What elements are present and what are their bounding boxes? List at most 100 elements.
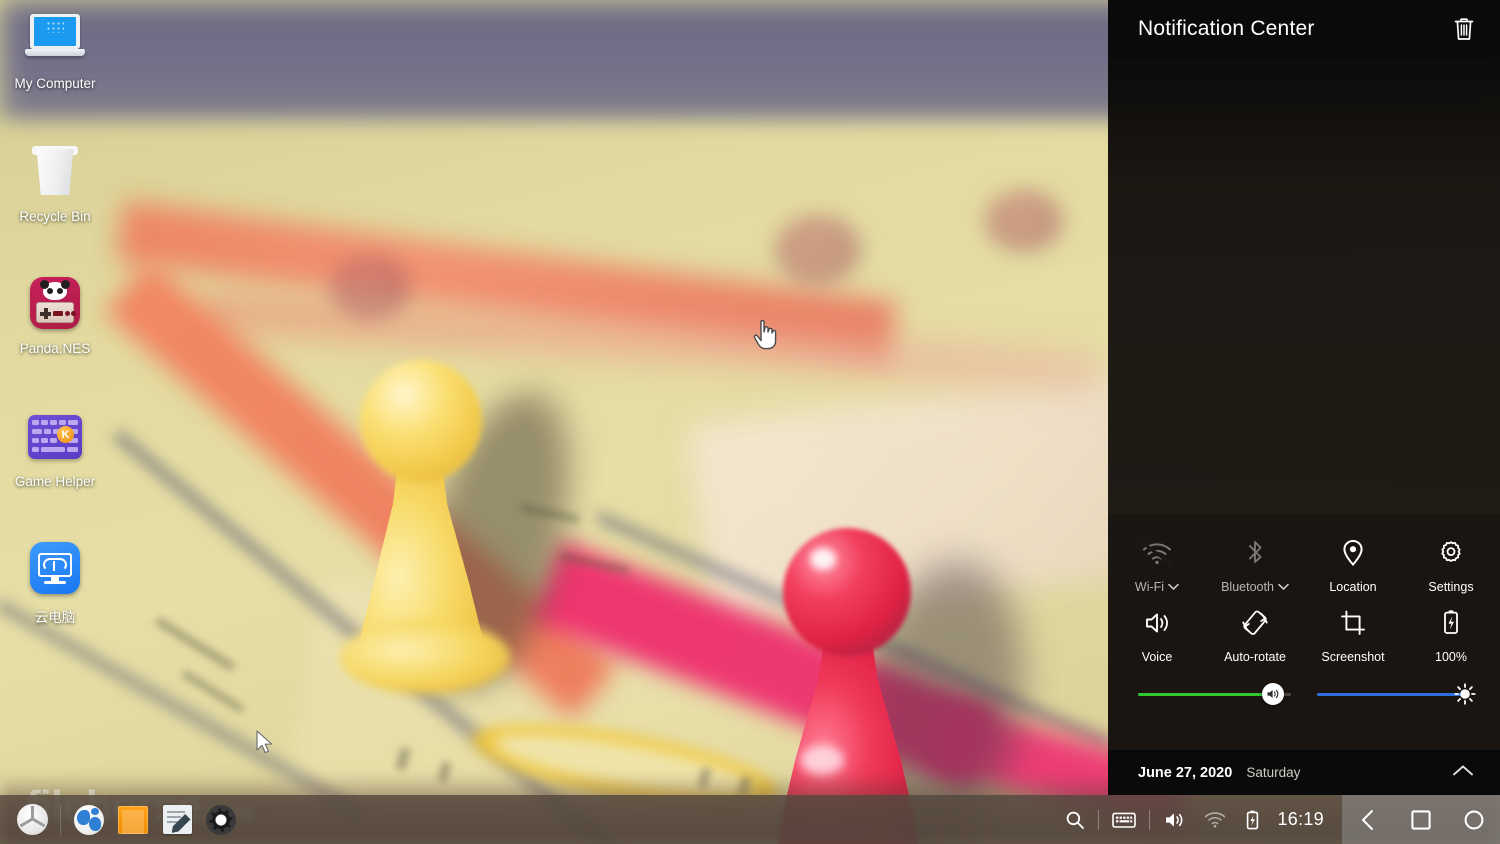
speaker-icon	[1166, 812, 1183, 827]
laptop-icon	[24, 8, 86, 70]
quick-toggle-bluetooth[interactable]: Bluetooth	[1206, 528, 1304, 594]
desktop-icon-label: My Computer	[14, 76, 96, 91]
desktop-icon-recycle-bin[interactable]: Recycle Bin	[0, 141, 110, 224]
chevron-down-icon	[1278, 580, 1289, 594]
tray-battery-button[interactable]	[1236, 795, 1269, 844]
quick-toggle-label: Location	[1329, 580, 1377, 594]
quick-toggle-label: Bluetooth	[1221, 580, 1289, 594]
launcher-icon	[16, 804, 48, 835]
volume-slider[interactable]	[1138, 682, 1291, 706]
chevron-left-icon	[1362, 809, 1374, 830]
desktop-icon-my-computer[interactable]: My Computer	[0, 8, 110, 91]
quick-toggle-wifi[interactable]: Wi-Fi	[1108, 528, 1206, 594]
tray-wifi-button[interactable]	[1194, 795, 1236, 844]
taskbar-app-launcher[interactable]	[10, 798, 54, 842]
notification-center-title: Notification Center	[1138, 17, 1315, 40]
nav-home-button[interactable]	[1449, 795, 1499, 844]
sun-icon	[1454, 683, 1477, 705]
taskbar-divider	[60, 804, 61, 835]
nav-recents-button[interactable]	[1396, 795, 1446, 844]
crop-icon	[1339, 606, 1367, 640]
tray-divider	[1098, 809, 1100, 830]
android-nav-bar	[1342, 795, 1500, 844]
square-icon	[1411, 809, 1431, 830]
tray-volume-button[interactable]	[1154, 795, 1194, 844]
quick-toggle-label: Voice	[1141, 650, 1173, 664]
wifi-off-icon	[1140, 536, 1174, 570]
tray-divider-2	[1149, 809, 1151, 830]
taskbar-app-area	[0, 798, 243, 842]
tray-search-button[interactable]	[1056, 795, 1094, 844]
clear-all-notifications-button[interactable]	[1452, 16, 1476, 42]
quick-toggle-screenshot[interactable]: Screenshot	[1304, 598, 1402, 664]
volume-slider-fill	[1138, 692, 1273, 696]
desktop-icon-label: Recycle Bin	[19, 209, 91, 224]
battery-charging-icon	[1440, 606, 1462, 640]
trash-icon	[1454, 18, 1474, 40]
red-pawn-highlight-lower	[800, 745, 844, 775]
speaker-icon	[1267, 689, 1279, 699]
notification-list-empty	[1108, 58, 1500, 514]
quick-settings-sliders	[1108, 668, 1500, 706]
browser-globe-icon	[74, 804, 104, 835]
chevron-up-icon	[1453, 764, 1473, 775]
quick-toggle-voice[interactable]: Voice	[1108, 598, 1206, 664]
taskbar-app-file-manager[interactable]	[111, 798, 155, 842]
note-pen-icon	[162, 805, 192, 834]
current-date: June 27, 2020	[1138, 764, 1233, 781]
desktop-icon-panda-nes[interactable]: Panda.NES	[0, 273, 110, 356]
quick-toggle-settings[interactable]: Settings	[1402, 528, 1500, 594]
bluetooth-off-icon	[1242, 536, 1268, 570]
folder-icon	[118, 805, 148, 834]
current-weekday: Saturday	[1246, 764, 1301, 780]
panda-nes-icon	[24, 273, 86, 335]
taskbar-app-notes[interactable]	[155, 798, 199, 842]
taskbar-app-settings[interactable]	[199, 798, 243, 842]
auto-rotate-icon	[1240, 606, 1270, 640]
wallpaper-token-b	[775, 215, 861, 285]
desktop-icon-label: Game Helper	[14, 474, 96, 489]
quick-toggle-battery[interactable]: 100%	[1402, 598, 1500, 664]
chevron-down-icon	[1168, 580, 1179, 594]
quick-toggle-auto-rotate[interactable]: Auto-rotate	[1206, 598, 1304, 664]
brightness-slider[interactable]	[1317, 682, 1477, 706]
desktop-icon-game-helper[interactable]: K Game Helper	[0, 406, 110, 489]
quick-toggle-label: Wi-Fi	[1135, 580, 1179, 594]
tray-keyboard-button[interactable]	[1103, 795, 1145, 844]
taskbar-clock[interactable]: 16:19	[1269, 809, 1336, 830]
gear-dark-icon	[206, 804, 236, 835]
volume-slider-knob[interactable]	[1261, 683, 1284, 705]
quick-toggle-label: 100%	[1435, 650, 1467, 664]
keyboard-icon	[1112, 812, 1137, 828]
quick-toggle-label: Screenshot	[1321, 650, 1385, 664]
wallpaper-token-a	[330, 255, 410, 319]
quick-settings-row-2: Voice Auto-rotate Screenshot 100%	[1108, 598, 1500, 664]
desktop-icon-grid: My Computer Recycle Bin Panda.NES K Game…	[0, 0, 110, 790]
location-pin-icon	[1340, 536, 1366, 570]
search-icon	[1067, 811, 1085, 829]
yellow-pawn-base	[340, 620, 510, 694]
notification-center-header: Notification Center	[1108, 0, 1500, 58]
desktop-icon-label: Panda.NES	[19, 341, 91, 356]
collapse-panel-button[interactable]	[1452, 764, 1474, 782]
cloud-pc-icon	[24, 538, 86, 600]
brightness-slider-knob[interactable]	[1454, 683, 1477, 705]
red-pawn-highlight	[810, 548, 836, 570]
trash-can-icon	[24, 141, 86, 203]
desktop-icon-cloud-pc[interactable]: 云电脑	[0, 538, 110, 626]
battery-charging-icon	[1247, 810, 1259, 829]
taskbar-app-browser[interactable]	[67, 798, 111, 842]
quick-toggle-location[interactable]: Location	[1304, 528, 1402, 594]
notification-center-footer: June 27, 2020 Saturday	[1108, 749, 1500, 795]
k-badge-icon: K	[57, 426, 74, 443]
brightness-slider-fill	[1317, 692, 1466, 696]
keyboard-badge-icon: K	[24, 406, 86, 468]
quick-settings-row-1: Wi-Fi Bluetooth Location Settings	[1108, 528, 1500, 594]
quick-settings-panel: Wi-Fi Bluetooth Location Settings Voice …	[1108, 514, 1500, 749]
nav-back-button[interactable]	[1343, 795, 1393, 844]
gear-icon	[1436, 536, 1466, 570]
notification-center-panel: Notification Center Wi-Fi Bluetooth Loca…	[1108, 0, 1500, 795]
system-tray: 16:19	[1056, 795, 1342, 844]
speaker-icon	[1142, 606, 1172, 640]
wallpaper-token-c	[985, 190, 1063, 252]
